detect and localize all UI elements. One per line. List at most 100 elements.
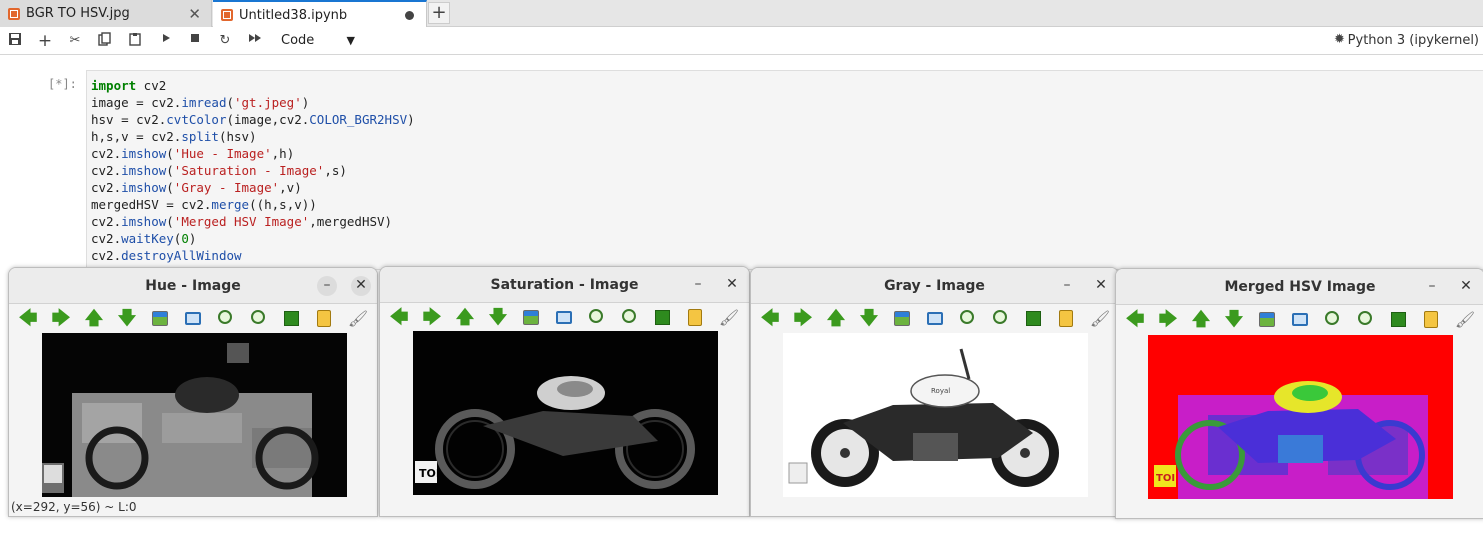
save-image-icon[interactable] [1391,312,1406,327]
brush-icon[interactable]: 🖌 [347,308,369,330]
zoom-fit-icon[interactable] [1292,313,1308,326]
brush-icon[interactable]: 🖌 [1089,308,1111,330]
pan-down-icon[interactable]: 🡇 [1223,309,1245,331]
tab-bgr-to-hsv[interactable]: BGR TO HSV.jpg ✕ [0,0,212,27]
notebook-file-icon [221,9,233,21]
minimize-button[interactable]: – [688,275,708,295]
notebook-toolbar: + ✂ ↻ Code ▼ ✹ Python 3 (ipykernel) [0,27,1483,55]
window-titlebar[interactable]: Gray - Image – ✕ [751,268,1118,304]
close-button[interactable]: ✕ [722,275,742,295]
code-line[interactable]: cv2.imshow('Saturation - Image',s) [91,162,415,179]
code-line[interactable]: cv2.destroyAllWindow [91,247,415,264]
pan-left-icon[interactable]: 🡄 [388,307,410,329]
restart-icon[interactable]: ↻ [216,32,234,50]
kernel-name[interactable]: Python 3 (ipykernel) [1348,33,1479,48]
zoom-original-icon[interactable] [1259,312,1275,327]
pan-up-icon[interactable]: 🡅 [83,308,105,330]
zoom-original-icon[interactable] [894,311,910,326]
properties-icon[interactable] [317,310,331,327]
close-button[interactable]: ✕ [1091,276,1111,296]
zoom-fit-icon[interactable] [927,312,943,325]
copy-icon[interactable] [96,32,114,50]
properties-icon[interactable] [688,309,702,326]
unsaved-dot-icon[interactable] [405,11,414,20]
merged-hsv-image[interactable]: TOI [1148,335,1453,499]
pan-left-icon[interactable]: 🡄 [1124,309,1146,331]
zoom-out-icon[interactable] [622,309,636,323]
code-line[interactable]: import cv2 [91,77,415,94]
code-line[interactable]: cv2.imshow('Hue - Image',h) [91,145,415,162]
merged-hsv-image-window[interactable]: Merged HSV Image – ✕ 🡄 🡆 🡅 🡇 🖌 TOI [1115,268,1483,519]
zoom-fit-icon[interactable] [185,312,201,325]
code-line[interactable]: cv2.imshow('Merged HSV Image',mergedHSV) [91,213,415,230]
zoom-in-icon[interactable] [1325,311,1339,325]
zoom-in-icon[interactable] [218,310,232,324]
brush-icon[interactable]: 🖌 [718,307,740,329]
pan-right-icon[interactable]: 🡆 [421,307,443,329]
properties-icon[interactable] [1059,310,1073,327]
stop-icon[interactable] [186,32,204,50]
minimize-button[interactable]: – [1057,276,1077,296]
zoom-out-icon[interactable] [1358,311,1372,325]
window-titlebar[interactable]: Merged HSV Image – ✕ [1116,269,1483,305]
pan-right-icon[interactable]: 🡆 [50,308,72,330]
gray-image-window[interactable]: Gray - Image – ✕ 🡄 🡆 🡅 🡇 🖌 Royal [750,267,1119,517]
zoom-out-icon[interactable] [251,310,265,324]
save-image-icon[interactable] [284,311,299,326]
save-image-icon[interactable] [1026,311,1041,326]
close-button[interactable]: ✕ [351,276,371,296]
brush-icon[interactable]: 🖌 [1454,309,1476,331]
saturation-image[interactable]: TOI [413,331,718,495]
code-line[interactable]: cv2.waitKey(0) [91,230,415,247]
pan-up-icon[interactable]: 🡅 [454,307,476,329]
fast-forward-icon[interactable] [246,32,264,50]
pan-down-icon[interactable]: 🡇 [858,308,880,330]
paste-icon[interactable] [126,32,144,50]
pan-left-icon[interactable]: 🡄 [759,308,781,330]
code-line[interactable]: mergedHSV = cv2.merge((h,s,v)) [91,196,415,213]
insert-cell-icon[interactable]: + [36,32,54,50]
window-titlebar[interactable]: Saturation - Image – ✕ [380,267,749,303]
minimize-button[interactable]: – [317,276,337,296]
toi-logo: TOI [419,467,440,480]
save-image-icon[interactable] [655,310,670,325]
debugger-icon[interactable]: ✹ [1334,32,1345,47]
code-line[interactable]: hsv = cv2.cvtColor(image,cv2.COLOR_BGR2H… [91,111,415,128]
pan-up-icon[interactable]: 🡅 [825,308,847,330]
code-editor[interactable]: import cv2 image = cv2.imread('gt.jpeg') h… [91,77,415,264]
code-line[interactable]: h,s,v = cv2.split(hsv) [91,128,415,145]
pan-up-icon[interactable]: 🡅 [1190,309,1212,331]
tab-untitled38[interactable]: Untitled38.ipynb [213,0,427,28]
pan-right-icon[interactable]: 🡆 [792,308,814,330]
gray-image[interactable]: Royal [783,333,1088,497]
pan-down-icon[interactable]: 🡇 [487,307,509,329]
minimize-button[interactable]: – [1422,277,1442,297]
pan-down-icon[interactable]: 🡇 [116,308,138,330]
properties-icon[interactable] [1424,311,1438,328]
window-titlebar[interactable]: Hue - Image – ✕ [9,268,377,304]
code-line[interactable]: image = cv2.imread('gt.jpeg') [91,94,415,111]
save-icon[interactable] [6,32,24,50]
zoom-in-icon[interactable] [589,309,603,323]
pan-left-icon[interactable]: 🡄 [17,308,39,330]
add-tab-button[interactable]: + [428,2,450,24]
zoom-fit-icon[interactable] [556,311,572,324]
cell-type-select[interactable]: Code ▼ [277,31,359,51]
cut-icon[interactable]: ✂ [66,32,84,50]
run-icon[interactable] [157,32,175,50]
zoom-original-icon[interactable] [152,311,168,326]
close-icon[interactable]: ✕ [188,5,201,23]
zoom-out-icon[interactable] [993,310,1007,324]
code-cell[interactable]: import cv2 image = cv2.imread('gt.jpeg') h… [86,70,1483,270]
cell-prompt: [*]: [48,77,77,91]
zoom-in-icon[interactable] [960,310,974,324]
saturation-image-window[interactable]: Saturation - Image – ✕ 🡄 🡆 🡅 🡇 🖌 TOI [379,266,750,517]
window-toolbar: 🡄 🡆 🡅 🡇 🖌 [751,308,1118,332]
pan-right-icon[interactable]: 🡆 [1157,309,1179,331]
window-toolbar: 🡄 🡆 🡅 🡇 🖌 [1116,309,1483,333]
close-button[interactable]: ✕ [1456,277,1476,297]
zoom-original-icon[interactable] [523,310,539,325]
code-line[interactable]: cv2.imshow('Gray - Image',v) [91,179,415,196]
hue-image[interactable] [42,333,347,497]
hue-image-window[interactable]: Hue - Image – ✕ 🡄 🡆 🡅 🡇 🖌 (x=292, y=56) ~ L:… [8,267,378,517]
